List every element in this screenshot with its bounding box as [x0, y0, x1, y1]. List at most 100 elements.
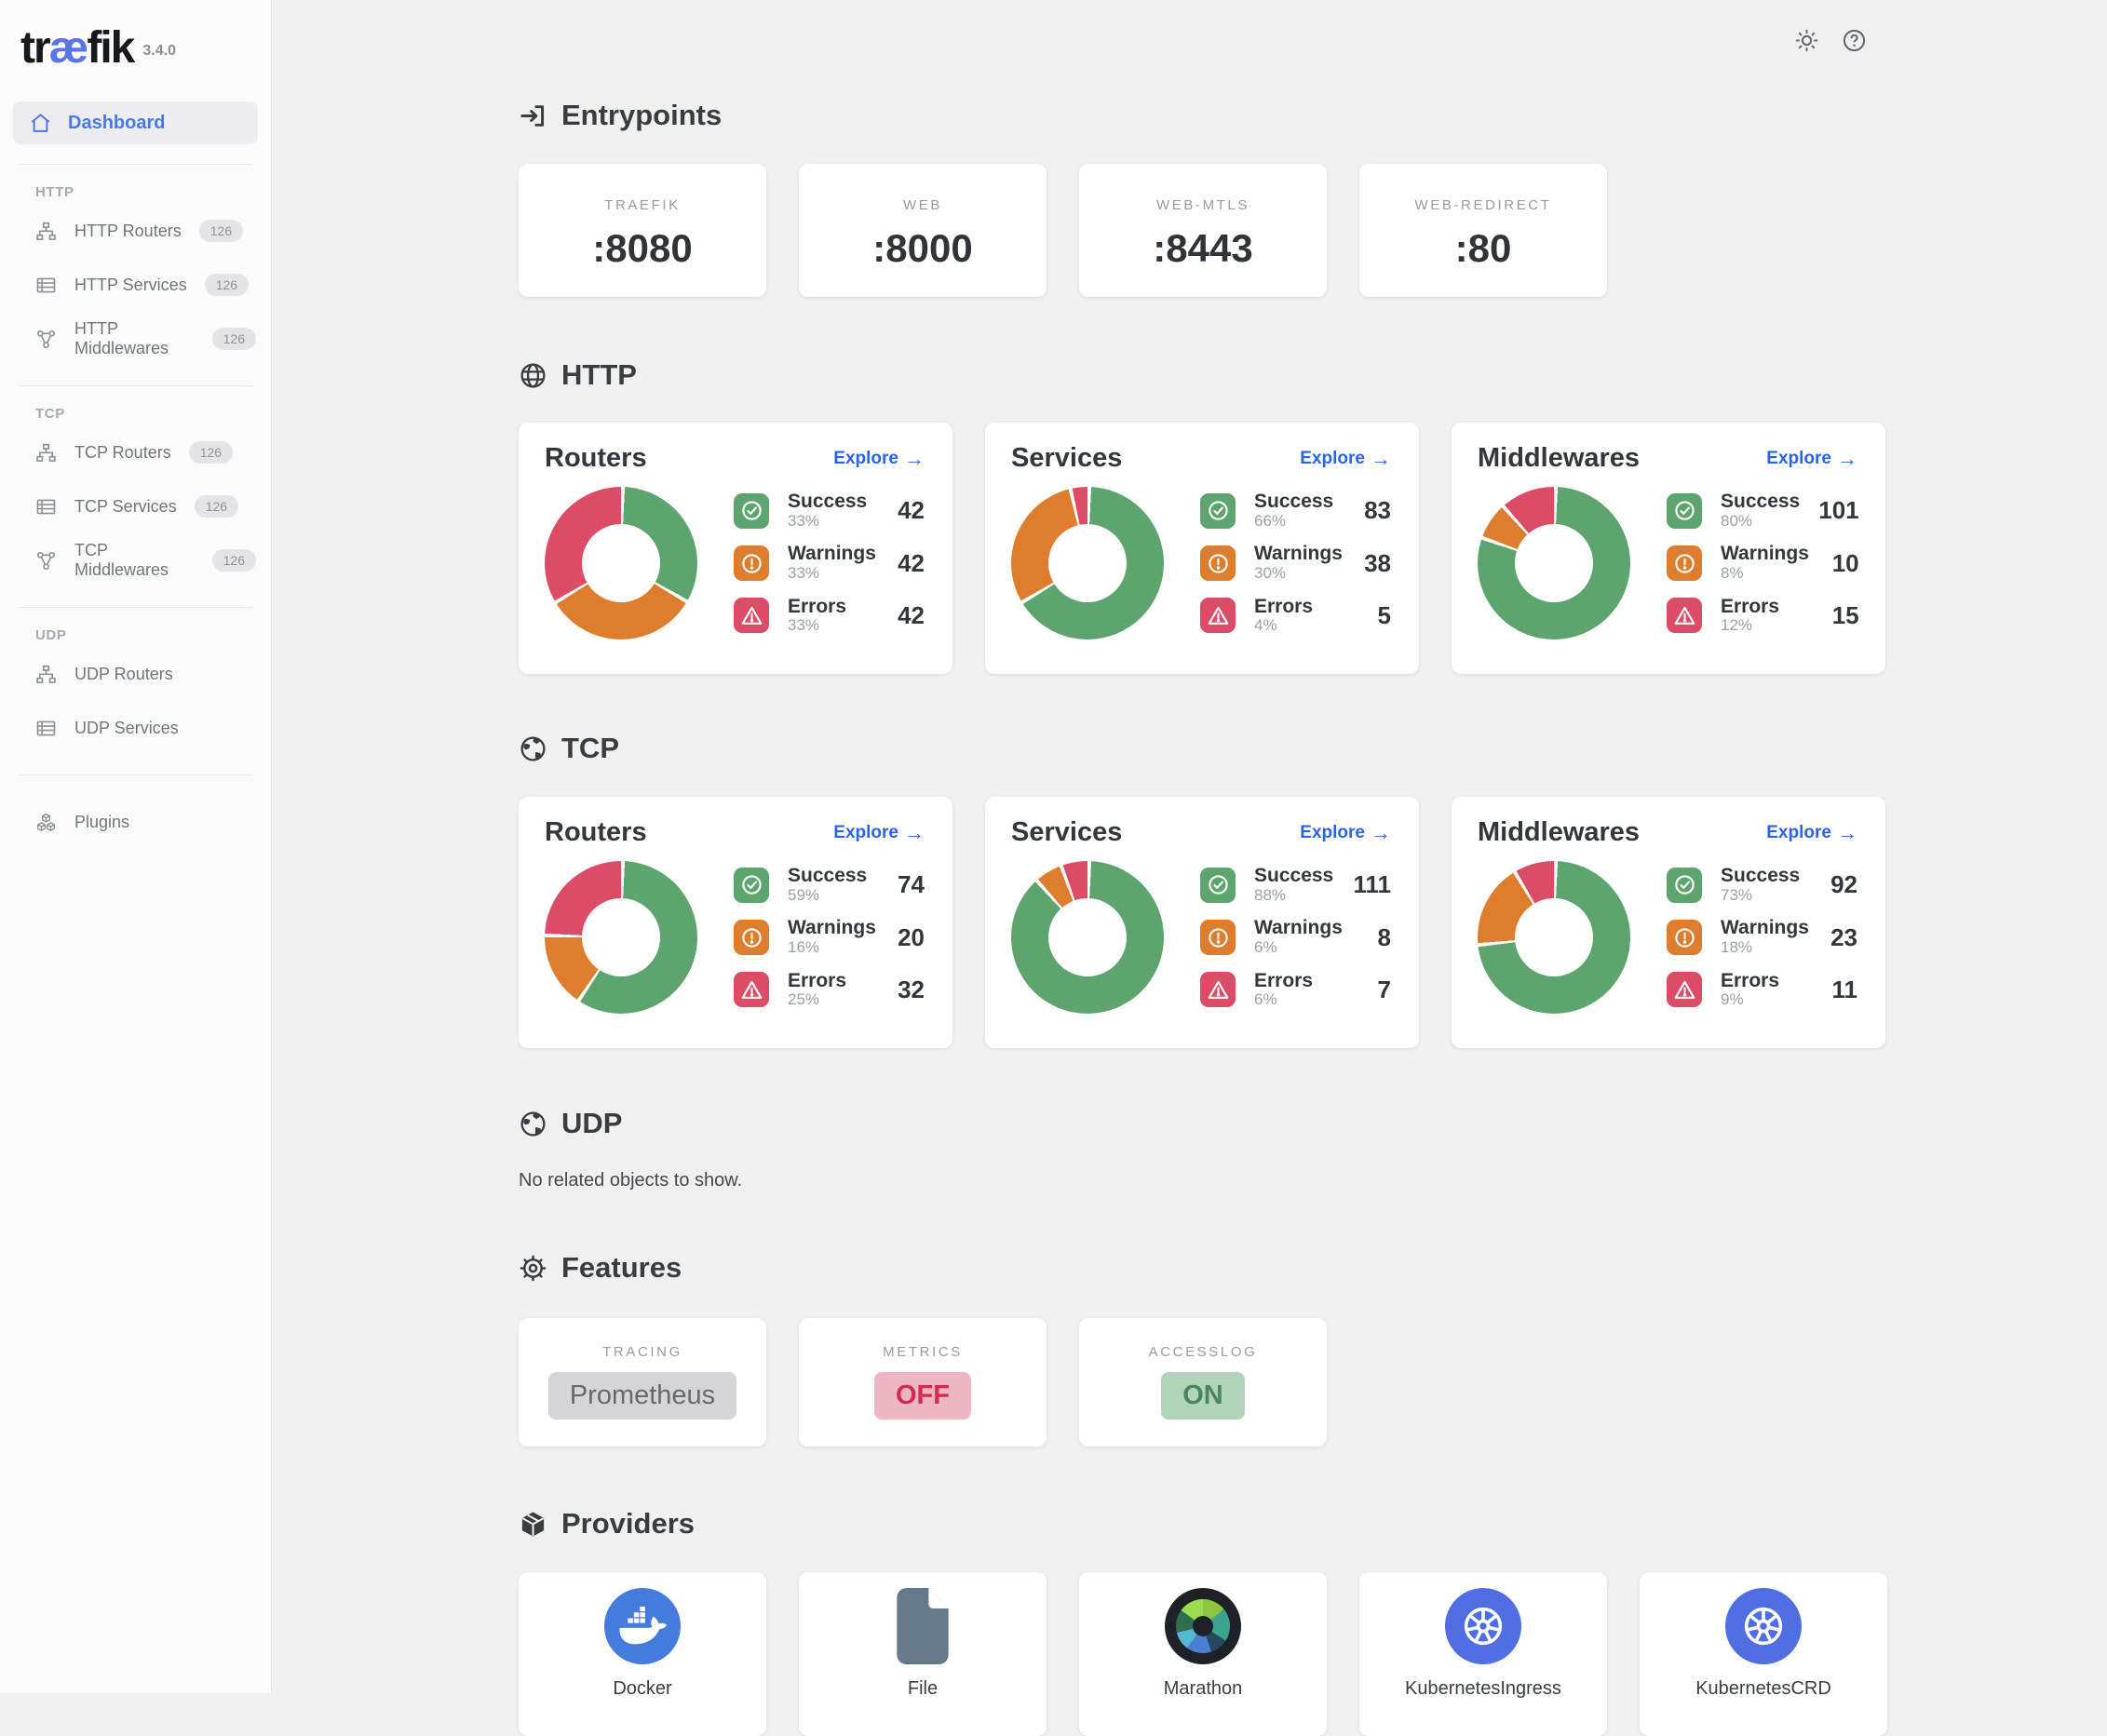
divider — [19, 164, 252, 165]
divider — [19, 385, 252, 386]
stat-row-errors: Errors33% 42 — [734, 597, 925, 635]
stat-row-success: Success73% 92 — [1667, 866, 1857, 904]
card-title: Routers — [545, 443, 647, 474]
sidebar-item-http-services[interactable]: HTTP Services 126 — [0, 258, 271, 312]
sidebar-item-tcp-routers[interactable]: TCP Routers 126 — [0, 425, 271, 479]
stat-value: 7 — [1378, 976, 1391, 1004]
stat-value: 11 — [1832, 976, 1858, 1004]
count-badge: 126 — [189, 441, 233, 464]
gear-icon — [519, 1254, 547, 1283]
stat-value: 38 — [1364, 549, 1391, 578]
home-icon — [29, 112, 52, 135]
feature-name: TRACING — [602, 1344, 682, 1360]
stat-value: 23 — [1830, 923, 1857, 952]
http-cards: Routers Explore→ Success33% 42 Warnings — [519, 423, 2107, 674]
donut-chart — [1011, 861, 1164, 1014]
middlewares-icon — [35, 550, 57, 572]
stat-value: 20 — [898, 923, 925, 952]
entrypoint-port: :8080 — [592, 226, 692, 271]
count-badge: 126 — [212, 328, 256, 350]
explore-link[interactable]: Explore→ — [1766, 821, 1857, 845]
entrypoint-name: WEB-MTLS — [1156, 197, 1249, 213]
section-title: Providers — [561, 1507, 695, 1541]
kubernetes-icon — [1445, 1588, 1521, 1664]
topbar — [1794, 28, 1867, 53]
help-icon[interactable] — [1842, 28, 1867, 53]
sidebar-item-http-routers[interactable]: HTTP Routers 126 — [0, 204, 271, 258]
kubernetes-icon — [1725, 1588, 1802, 1664]
file-icon — [885, 1588, 961, 1664]
explore-link[interactable]: Explore→ — [833, 821, 925, 845]
dashboard-content: Entrypoints TRAEFIK :8080 WEB :8000 WEB-… — [272, 0, 2107, 1736]
sidebar-item-label: HTTP Services — [74, 276, 187, 295]
logo-text: fik — [87, 22, 133, 74]
warning-icon — [734, 545, 769, 581]
traefik-logo: træfik 3.4.0 — [20, 22, 271, 74]
http-routers-card: Routers Explore→ Success33% 42 Warnings — [519, 423, 952, 674]
section-title: HTTP — [561, 358, 637, 392]
entrypoints-cards: TRAEFIK :8080 WEB :8000 WEB-MTLS :8443 W… — [519, 164, 2107, 297]
card-title: Services — [1011, 817, 1122, 848]
login-arrow-icon — [519, 101, 547, 130]
logo-text: tr — [20, 22, 49, 74]
count-badge: 126 — [199, 220, 243, 242]
provider-name: Docker — [613, 1678, 671, 1700]
section-title: UDP — [561, 1107, 622, 1140]
stat-row-errors: Errors12% 15 — [1667, 597, 1859, 635]
sidebar-item-label: UDP Services — [74, 719, 179, 738]
earth-icon — [519, 734, 547, 763]
explore-link[interactable]: Explore→ — [833, 447, 925, 471]
sidebar-item-udp-services[interactable]: UDP Services — [0, 701, 271, 755]
count-badge: 126 — [212, 549, 256, 572]
entrypoint-card-web: WEB :8000 — [799, 164, 1047, 297]
theme-toggle-sun-icon[interactable] — [1794, 28, 1819, 53]
donut-chart — [545, 487, 697, 639]
sidebar-item-dashboard[interactable]: Dashboard — [13, 101, 258, 144]
provider-name: KubernetesCRD — [1695, 1678, 1831, 1700]
provider-name: File — [908, 1678, 938, 1700]
http-services-card: Services Explore→ Success66% 83 Warning — [985, 423, 1419, 674]
section-title: TCP — [561, 732, 619, 765]
stat-value: 8 — [1378, 923, 1391, 952]
warning-icon — [1667, 920, 1702, 955]
donut-chart — [1478, 487, 1630, 639]
error-icon — [1200, 972, 1236, 1007]
warning-icon — [734, 920, 769, 955]
error-icon — [1667, 598, 1702, 633]
explore-link[interactable]: Explore→ — [1300, 447, 1391, 471]
entrypoint-card-traefik: TRAEFIK :8080 — [519, 164, 766, 297]
stat-row-success: Success59% 74 — [734, 866, 925, 904]
stat-row-warnings: Warnings8% 10 — [1667, 544, 1859, 582]
providers-cards: Docker File Marathon KubernetesIngress K… — [519, 1572, 2107, 1736]
sidebar-item-plugins[interactable]: Plugins — [0, 795, 271, 849]
stat-row-warnings: Warnings30% 38 — [1200, 544, 1391, 582]
globe-icon — [519, 361, 547, 390]
provider-card-marathon: Marathon — [1079, 1572, 1327, 1736]
features-section-header: Features — [519, 1247, 2107, 1288]
feature-value-badge: OFF — [874, 1372, 971, 1420]
http-middlewares-card: Middlewares Explore→ Success80% 101 War — [1452, 423, 1885, 674]
arrow-right-icon: → — [1371, 447, 1391, 471]
main-area: Entrypoints TRAEFIK :8080 WEB :8000 WEB-… — [272, 0, 2107, 1693]
sidebar-item-tcp-middlewares[interactable]: TCP Middlewares 126 — [0, 533, 271, 587]
sidebar-item-label: TCP Routers — [74, 443, 171, 463]
sidebar-item-tcp-services[interactable]: TCP Services 126 — [0, 479, 271, 533]
sidebar-item-label: HTTP Middlewares — [74, 319, 195, 358]
entrypoint-card-web-redirect: WEB-REDIRECT :80 — [1359, 164, 1607, 297]
explore-link[interactable]: Explore→ — [1766, 447, 1857, 471]
entrypoint-port: :80 — [1455, 226, 1512, 271]
sidebar-item-http-middlewares[interactable]: HTTP Middlewares 126 — [0, 312, 271, 366]
count-badge: 126 — [195, 495, 238, 518]
logo-ae: æ — [49, 22, 88, 74]
stat-row-errors: Errors9% 11 — [1667, 971, 1857, 1009]
sidebar-item-udp-routers[interactable]: UDP Routers — [0, 647, 271, 701]
stat-row-warnings: Warnings33% 42 — [734, 544, 925, 582]
entrypoint-port: :8443 — [1153, 226, 1252, 271]
donut-chart — [1478, 861, 1630, 1014]
package-box-icon — [519, 1510, 547, 1539]
feature-card-accesslog: ACCESSLOG ON — [1079, 1318, 1327, 1447]
error-icon — [734, 598, 769, 633]
entrypoint-name: TRAEFIK — [604, 197, 681, 213]
services-icon — [35, 718, 57, 739]
explore-link[interactable]: Explore→ — [1300, 821, 1391, 845]
